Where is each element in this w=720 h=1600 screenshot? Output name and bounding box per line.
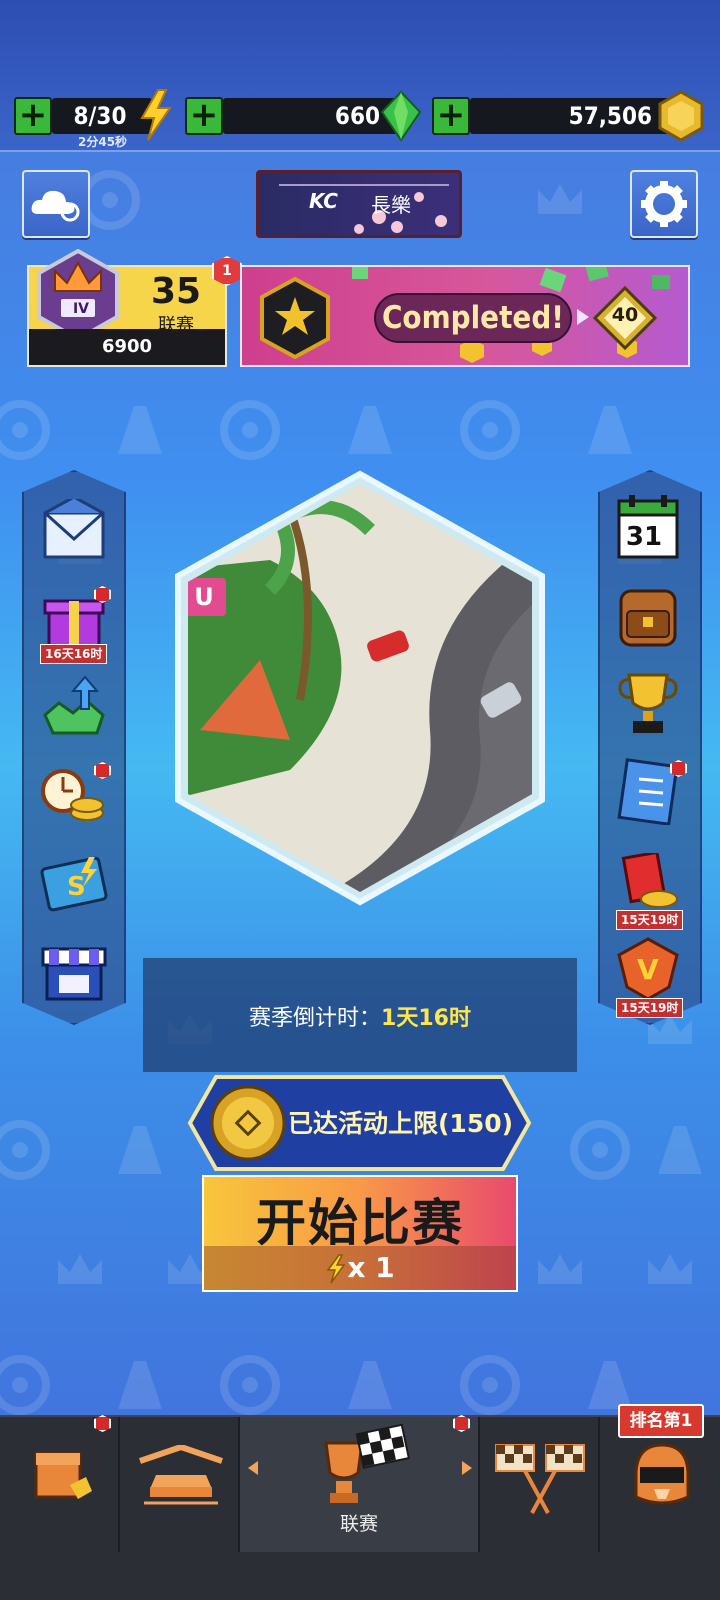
energy-timer: 2分45秒 — [78, 135, 128, 149]
league-points: 6900 — [29, 329, 225, 365]
season-countdown: 赛季倒计时：1天16时 — [143, 958, 577, 1072]
gem-upgrade-button[interactable] — [34, 672, 114, 742]
nav-item-league[interactable]: 联赛 — [240, 1417, 480, 1552]
shop-button[interactable] — [34, 936, 114, 1006]
league-rank-roman: IV — [72, 301, 90, 317]
club-banner[interactable]: KC 長樂 — [256, 170, 462, 238]
event-reward-value: 40 — [611, 304, 639, 326]
coins-value: 57,506 — [568, 102, 652, 130]
gold-coin-icon — [658, 90, 704, 142]
rank-badge: 排名第1 — [618, 1404, 704, 1438]
start-race-cost-value: x 1 — [347, 1251, 395, 1284]
season-pass-button[interactable]: S — [34, 848, 114, 918]
season-pass-icon: S — [40, 856, 108, 912]
energy-value: 8/30 — [73, 102, 127, 130]
svg-text:S: S — [67, 872, 86, 902]
cloud-sync-button[interactable] — [22, 170, 90, 238]
red-envelope-icon — [621, 853, 678, 908]
vip-timer: 15天19时 — [616, 998, 684, 1018]
star-shield-icon — [260, 277, 330, 359]
league-trophy-icon — [324, 1423, 411, 1503]
garage-box-icon — [34, 1451, 92, 1499]
gift-timer: 16天16时 — [40, 644, 108, 664]
event-completed-banner[interactable]: Completed! 40 — [240, 265, 690, 367]
shop-icon — [41, 947, 107, 1001]
track-preview[interactable]: U — [170, 470, 550, 910]
backpack-icon — [619, 589, 677, 647]
red-envelope-button[interactable] — [608, 848, 688, 918]
checkered-flags-icon — [495, 1444, 585, 1514]
event-status-label: Completed! — [374, 293, 572, 343]
mail-button[interactable] — [34, 496, 114, 566]
calendar-date: 31 — [625, 522, 663, 552]
start-race-label: 开始比赛 — [256, 1194, 464, 1252]
league-level: 35 — [150, 271, 202, 312]
svg-text:V: V — [637, 953, 659, 986]
arrow-left-icon — [248, 1461, 258, 1475]
nav-item-car-garage[interactable] — [120, 1417, 240, 1552]
countdown-value: 1天16时 — [381, 1006, 471, 1031]
countdown-row: 赛季倒计时：1天16时 — [143, 1000, 577, 1032]
vip-button[interactable]: V — [608, 934, 688, 1004]
lightning-icon — [140, 89, 172, 141]
start-race-cost: x 1 — [204, 1246, 516, 1290]
nav-league-label: 联赛 — [339, 1513, 378, 1535]
nav-item-garage-box[interactable] — [0, 1417, 120, 1552]
red-envelope-timer: 15天19时 — [616, 910, 684, 930]
arrow-right-icon — [577, 309, 589, 325]
add-energy-button[interactable]: + — [14, 97, 52, 135]
backpack-button[interactable] — [608, 580, 688, 650]
cherry-blossom-decoration — [279, 184, 449, 234]
green-gem-icon — [380, 90, 422, 142]
helmet-icon — [634, 1443, 690, 1505]
vip-icon: V — [617, 937, 679, 1001]
trophy-icon — [618, 673, 678, 733]
lightning-icon — [326, 1254, 346, 1284]
league-card[interactable]: IV 35 联赛 6900 — [27, 248, 227, 367]
banner-right-text: 長樂 — [371, 193, 411, 217]
add-gems-button[interactable]: + — [185, 97, 223, 135]
event-limit-text: 已达活动上限(150) — [288, 1109, 514, 1138]
car-garage-icon — [139, 1445, 223, 1505]
bottom-navigation: 联赛 — [0, 1415, 720, 1600]
add-coins-button[interactable]: + — [432, 97, 470, 135]
gem-upgrade-icon — [43, 675, 105, 735]
mail-icon — [43, 499, 105, 559]
cloud-sync-icon — [31, 190, 80, 222]
start-race-button[interactable]: 开始比赛 x 1 — [202, 1175, 518, 1292]
banner-left-text: KC — [309, 189, 338, 213]
countdown-label: 赛季倒计时： — [249, 1006, 382, 1031]
trophy-button[interactable] — [608, 668, 688, 738]
gear-icon — [641, 181, 687, 227]
settings-button[interactable] — [630, 170, 698, 238]
arrow-right-icon — [462, 1461, 472, 1475]
nav-item-race-flags[interactable] — [480, 1417, 600, 1552]
track-badge-text: U — [194, 583, 214, 611]
gems-value: 660 — [334, 102, 380, 130]
